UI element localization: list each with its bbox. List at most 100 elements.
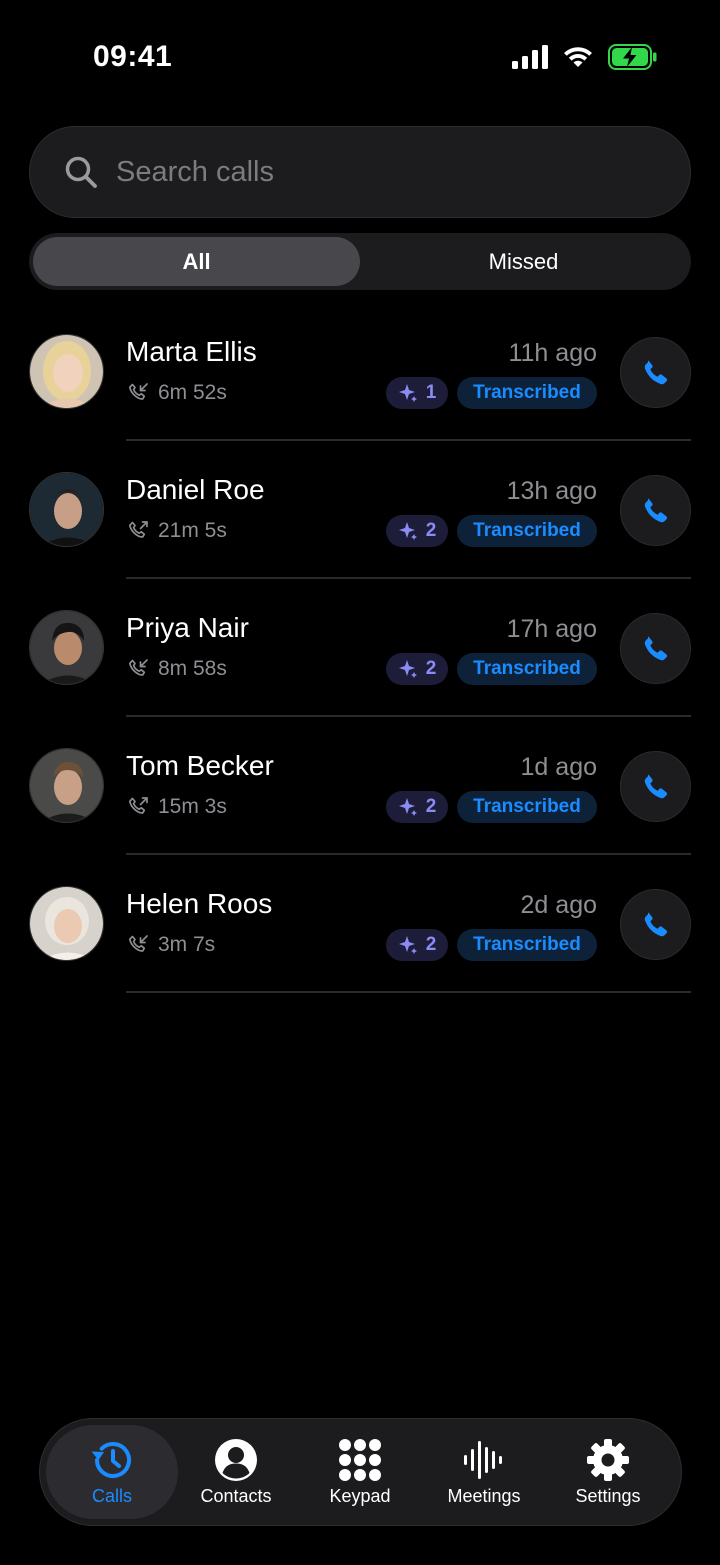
filter-missed-tab[interactable]: Missed [360, 237, 687, 286]
transcribed-badge: Transcribed [457, 515, 597, 547]
tab-label: Contacts [200, 1485, 272, 1506]
call-badges: 1 Transcribed [386, 377, 597, 409]
sparkle-icon [398, 522, 417, 540]
row-divider [126, 991, 691, 993]
tab-meetings[interactable]: Meetings [426, 1425, 542, 1519]
call-list: Marta Ellis 11h ago 6m 52s 1 Transcribed [0, 303, 720, 993]
transcribed-badge: Transcribed [457, 791, 597, 823]
search-input[interactable] [116, 155, 636, 189]
call-row[interactable]: Marta Ellis 11h ago 6m 52s 1 Transcribed [0, 303, 720, 441]
cellular-signal-icon [512, 45, 548, 69]
call-duration: 6m 52s [126, 381, 227, 405]
call-time: 17h ago [506, 615, 597, 643]
phone-icon [644, 359, 667, 384]
call-button[interactable] [620, 337, 691, 408]
call-time: 11h ago [508, 339, 597, 367]
sparkle-icon [398, 384, 417, 402]
avatar [29, 334, 104, 409]
transcribed-badge: Transcribed [457, 653, 597, 685]
ai-count: 1 [425, 382, 437, 403]
call-time: 2d ago [520, 891, 597, 919]
ai-summary-badge: 2 [386, 929, 448, 961]
call-row[interactable]: Daniel Roe 13h ago 21m 5s 2 Transcribed [0, 441, 720, 579]
avatar [29, 610, 104, 685]
search-icon [65, 156, 97, 188]
phone-icon [644, 497, 667, 522]
ai-summary-badge: 2 [386, 791, 448, 823]
ai-summary-badge: 2 [386, 515, 448, 547]
incoming-call-icon [128, 935, 148, 952]
call-duration: 15m 3s [126, 795, 227, 819]
call-row[interactable]: Priya Nair 17h ago 8m 58s 2 Transcribed [0, 579, 720, 717]
sparkle-icon [398, 798, 417, 816]
contact-name: Priya Nair [126, 612, 249, 643]
call-time: 13h ago [506, 477, 597, 505]
call-duration: 8m 58s [126, 657, 227, 681]
call-button[interactable] [620, 751, 691, 822]
incoming-call-icon [128, 383, 148, 400]
tab-settings[interactable]: Settings [542, 1425, 674, 1519]
ai-count: 2 [425, 520, 437, 541]
contact-name: Marta Ellis [126, 336, 257, 367]
call-badges: 2 Transcribed [386, 791, 597, 823]
phone-icon [644, 773, 667, 798]
ai-count: 2 [425, 658, 437, 679]
call-badges: 2 Transcribed [386, 515, 597, 547]
call-duration: 21m 5s [126, 519, 227, 543]
avatar [29, 886, 104, 961]
ai-count: 2 [425, 934, 437, 955]
avatar [29, 748, 104, 823]
phone-icon [644, 911, 667, 936]
status-bar: 09:41 [0, 0, 720, 110]
outgoing-call-icon [128, 797, 148, 814]
avatar [29, 472, 104, 547]
wifi-icon [564, 47, 592, 67]
contact-name: Tom Becker [126, 750, 274, 781]
phone-icon [644, 635, 667, 660]
duration-text: 3m 7s [158, 933, 216, 956]
call-row[interactable]: Helen Roos 2d ago 3m 7s 2 Transcribed [0, 855, 720, 993]
call-button[interactable] [620, 475, 691, 546]
ai-summary-badge: 1 [386, 377, 448, 409]
ai-count: 2 [425, 796, 437, 817]
gear-icon [587, 1438, 629, 1481]
call-row[interactable]: Tom Becker 1d ago 15m 3s 2 Transcribed [0, 717, 720, 855]
sparkle-icon [398, 936, 417, 954]
duration-text: 15m 3s [158, 795, 227, 818]
duration-text: 6m 52s [158, 381, 227, 404]
call-badges: 2 Transcribed [386, 653, 597, 685]
transcribed-badge: Transcribed [457, 377, 597, 409]
battery-charging-icon [608, 44, 657, 70]
person-circle-icon [215, 1438, 257, 1481]
call-button[interactable] [620, 613, 691, 684]
call-button[interactable] [620, 889, 691, 960]
call-time: 1d ago [520, 753, 597, 781]
duration-text: 21m 5s [158, 519, 227, 542]
filter-all-tab[interactable]: All [33, 237, 360, 286]
ai-summary-badge: 2 [386, 653, 448, 685]
outgoing-call-icon [128, 521, 148, 538]
contact-name: Daniel Roe [126, 474, 265, 505]
tab-calls[interactable]: Calls [46, 1425, 178, 1519]
tab-contacts[interactable]: Contacts [178, 1425, 294, 1519]
search-bar[interactable] [29, 126, 691, 218]
status-time: 09:41 [93, 40, 173, 73]
keypad-grid-icon [339, 1438, 381, 1481]
sparkle-icon [398, 660, 417, 678]
waveform-icon [464, 1440, 502, 1479]
incoming-call-icon [128, 659, 148, 676]
tab-bar: Calls Contacts Keypad Meetings Settings [39, 1418, 682, 1526]
tab-label: Keypad [329, 1485, 391, 1506]
tab-label: Calls [91, 1485, 132, 1506]
call-duration: 3m 7s [126, 933, 215, 957]
contact-name: Helen Roos [126, 888, 273, 919]
call-filter-segmented-control: All Missed [29, 233, 691, 290]
transcribed-badge: Transcribed [457, 929, 597, 961]
tab-label: Meetings [447, 1485, 521, 1506]
tab-label: Settings [575, 1485, 641, 1506]
call-badges: 2 Transcribed [386, 929, 597, 961]
tab-keypad[interactable]: Keypad [294, 1425, 426, 1519]
history-clock-icon [91, 1441, 131, 1478]
status-icons [512, 44, 658, 70]
duration-text: 8m 58s [158, 657, 227, 680]
